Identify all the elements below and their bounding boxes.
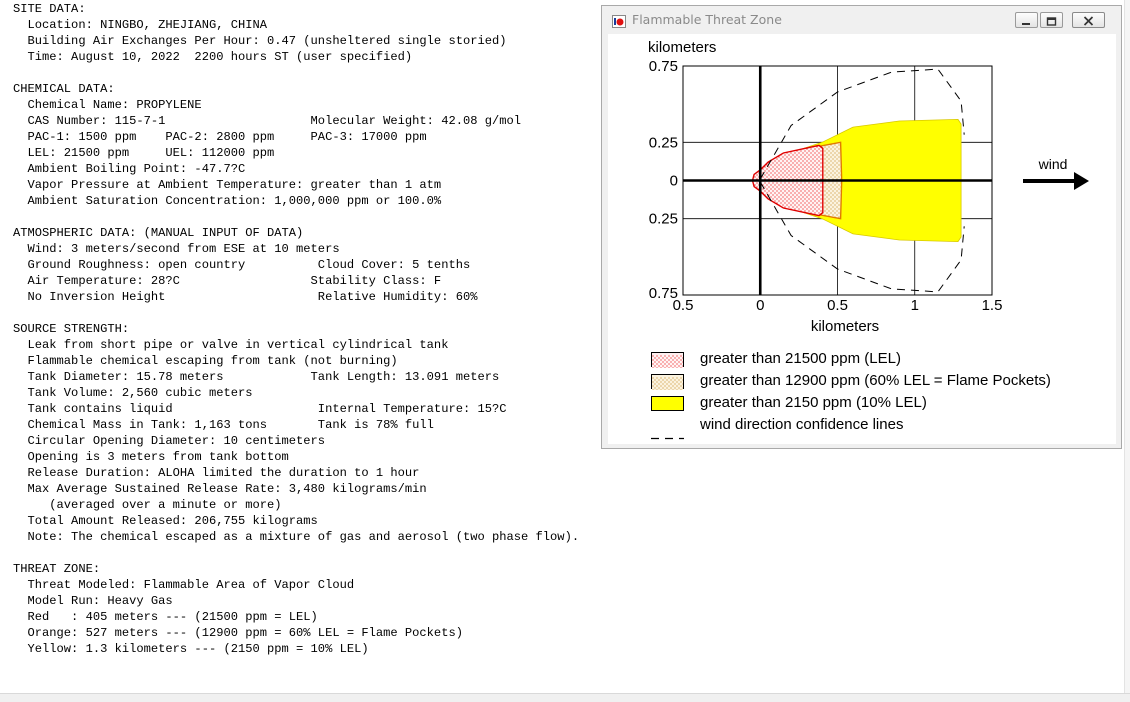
legend-label-yellow: greater than 2150 ppm (10% LEL) [700,394,927,411]
y-tick-label: 0.25 [649,134,678,151]
report-line: Tank contains liquid Internal Temperatur… [13,402,507,416]
minimize-icon [1021,11,1032,30]
y-tick-label: 0 [670,173,678,190]
report-line: Chemical Name: PROPYLENE [13,98,202,112]
window-titlebar[interactable]: Flammable Threat Zone [602,6,1121,33]
report-line: Max Average Sustained Release Rate: 3,48… [13,482,427,496]
report-line: Vapor Pressure at Ambient Temperature: g… [13,178,442,192]
report-line: Orange: 527 meters --- (12900 ppm = 60% … [13,626,463,640]
maximize-icon [1046,11,1057,30]
x-tick-label: 1.5 [982,297,1003,314]
legend-swatch-red [651,352,684,368]
report-line: Circular Opening Diameter: 10 centimeter… [13,434,326,448]
legend-label-red: greater than 21500 ppm (LEL) [700,350,901,367]
report-line: (averaged over a minute or more) [13,498,282,512]
report-line: SOURCE STRENGTH: [13,322,130,336]
report-line: SITE DATA: [13,2,86,16]
legend-swatch-dashed-line [651,425,684,444]
report-line: Wind: 3 meters/second from ESE at 10 met… [13,242,340,256]
x-axis-label: kilometers [811,318,879,335]
close-icon [1083,11,1094,30]
threat-zone-plot-area: 0.5 0 0.5 1 1.5 0.75 0.25 0 0.25 0.75 kilometers … [608,34,1116,444]
x-tick-label: 1 [911,297,919,314]
report-line: Ambient Boiling Point: -47.7?C [13,162,246,176]
report-line: Model Run: Heavy Gas [13,594,173,608]
report-line: Note: The chemical escaped as a mixture … [13,530,580,544]
report-line: CAS Number: 115-7-1 Molecular Weight: 42… [13,114,522,128]
report-line: Ground Roughness: open country Cloud Cov… [13,258,471,272]
report-line: Total Amount Released: 206,755 kilograms [13,514,318,528]
report-line [13,209,579,225]
report-line: Air Temperature: 28?C Stability Class: F [13,274,442,288]
y-tick-label: 0.25 [649,211,678,228]
vertical-scrollbar[interactable] [1124,0,1130,693]
maximize-button[interactable] [1040,12,1063,28]
y-tick-label: 0.75 [649,285,678,302]
x-tick-label: 0.5 [827,297,848,314]
aloha-app-icon [612,13,626,28]
wind-arrow-icon [1023,172,1089,190]
y-tick-label: 0.75 [649,58,678,75]
report-line [13,65,579,81]
report-line: Red : 405 meters --- (21500 ppm = LEL) [13,610,318,624]
report-line: Tank Volume: 2,560 cubic meters [13,386,253,400]
report-line: Threat Modeled: Flammable Area of Vapor … [13,578,355,592]
report-line: Release Duration: ALOHA limited the dura… [13,466,420,480]
report-line [13,305,579,321]
report-line: Yellow: 1.3 kilometers --- (2150 ppm = 1… [13,642,369,656]
report-line: Ambient Saturation Concentration: 1,000,… [13,194,442,208]
report-line: Location: NINGBO, ZHEJIANG, CHINA [13,18,268,32]
legend-swatch-orange [651,374,684,390]
minimize-button[interactable] [1015,12,1038,28]
x-tick-label: 0 [756,297,764,314]
report-line: Flammable chemical escaping from tank (n… [13,354,398,368]
report-line: PAC-1: 1500 ppm PAC-2: 2800 ppm PAC-3: 1… [13,130,427,144]
report-line: Opening is 3 meters from tank bottom [13,450,289,464]
report-line: THREAT ZONE: [13,562,101,576]
wind-label: wind [1038,156,1068,172]
close-button[interactable] [1072,12,1105,28]
report-line: CHEMICAL DATA: [13,82,115,96]
report-line: Building Air Exchanges Per Hour: 0.47 (u… [13,34,507,48]
report-line: LEL: 21500 ppm UEL: 112000 ppm [13,146,275,160]
report-line: No Inversion Height Relative Humidity: 6… [13,290,478,304]
report-line: Tank Diameter: 15.78 meters Tank Length:… [13,370,500,384]
report-line: ATMOSPHERIC DATA: (MANUAL INPUT OF DATA) [13,226,304,240]
report-line: Leak from short pipe or valve in vertica… [13,338,449,352]
legend-label-confidence: wind direction confidence lines [700,416,904,433]
legend-swatch-yellow [651,396,684,411]
report-line: Time: August 10, 2022 2200 hours ST (use… [13,50,413,64]
legend-label-orange: greater than 12900 ppm (60% LEL = Flame … [700,372,1051,389]
report-line: Chemical Mass in Tank: 1,163 tons Tank i… [13,418,434,432]
flammable-threat-zone-window[interactable]: Flammable Threat Zone 0.5 0 0.5 1 1.5 0.… [601,5,1122,449]
text-summary-report: SITE DATA: Location: NINGBO, ZHEJIANG, C… [13,1,579,657]
report-line [13,545,579,561]
window-title: Flammable Threat Zone [632,12,782,27]
y-axis-label: kilometers [648,39,716,56]
